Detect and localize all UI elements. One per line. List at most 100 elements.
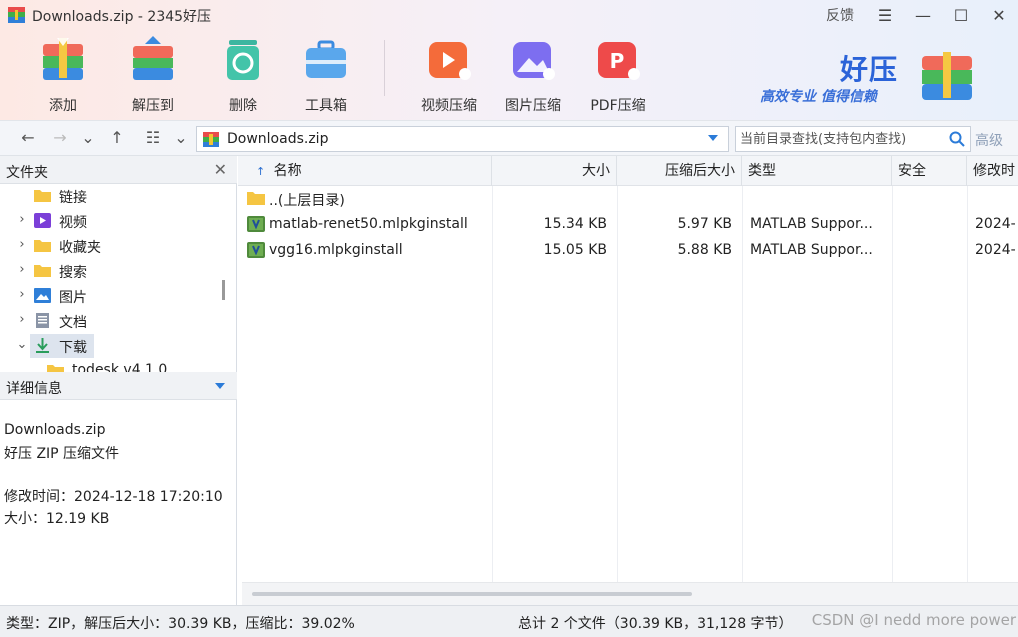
minimize-button[interactable]: — (904, 0, 942, 30)
tree-item-downloads[interactable]: 下载 (30, 334, 94, 358)
menu-icon[interactable]: ☰ (866, 0, 904, 30)
watermark: CSDN @I nedd more power (811, 611, 1016, 629)
details-filename: Downloads.zip (4, 422, 106, 438)
tree-chevron[interactable]: › (16, 262, 28, 277)
tree-chevron[interactable]: ⌄ (16, 337, 28, 352)
file-packed-size: 5.97 KB (677, 216, 732, 232)
path-dropdown-icon[interactable] (708, 135, 718, 141)
extract-icon (133, 36, 173, 80)
details-panel-header[interactable]: 详细信息 (0, 372, 237, 400)
toolbox-label: 工具箱 (305, 98, 347, 114)
recycle-bin-icon (227, 40, 259, 80)
advanced-search-link[interactable]: 高级 (975, 130, 1003, 150)
table-row-parent[interactable]: ..(上层目录) (238, 186, 1018, 212)
feedback-link[interactable]: 反馈 (826, 5, 854, 25)
column-header: ↑ 名称 大小 压缩后大小 类型 安全 修改时 (238, 156, 1018, 186)
column-modified[interactable]: 修改时 (967, 156, 1018, 186)
file-modified: 2024- (975, 242, 1016, 258)
maximize-button[interactable]: ☐ (942, 0, 980, 30)
pdf-compress-button[interactable]: P PDF压缩 (582, 34, 654, 116)
download-arrow-icon (36, 338, 49, 353)
table-row[interactable]: vgg16.mlpkginstall 15.05 KB 5.88 KB MATL… (238, 238, 1018, 264)
toolbox-button[interactable]: 工具箱 (290, 34, 362, 116)
tree-label: 收藏夹 (59, 240, 101, 256)
view-dropdown-icon[interactable]: ⌄ (171, 128, 191, 148)
tree-label: 图片 (59, 290, 87, 306)
forward-arrow-icon[interactable]: → (50, 128, 70, 148)
column-security[interactable]: 安全 (892, 156, 967, 186)
delete-button[interactable]: 删除 (207, 34, 279, 116)
folder-icon (47, 365, 64, 372)
details-modified: 修改时间：2024-12-18 17:20:10 (4, 489, 223, 505)
toolbar-divider (384, 40, 385, 96)
details-panel: Downloads.zip 好压 ZIP 压缩文件 修改时间：2024-12-1… (0, 400, 237, 605)
up-folder-icon[interactable]: ↑ (107, 128, 127, 148)
tree-chevron[interactable]: › (16, 287, 28, 302)
tree-chevron[interactable]: › (16, 237, 28, 252)
matlab-package-icon (247, 216, 265, 232)
tree-item-pictures[interactable]: › 图片 (0, 284, 230, 308)
tree-chevron[interactable]: › (16, 312, 28, 327)
app-icon (8, 7, 25, 23)
tree-item-documents[interactable]: › 文档 (0, 309, 230, 333)
search-icon[interactable] (948, 130, 966, 148)
view-mode-icon[interactable]: ☷ (143, 128, 163, 148)
tree-item-todesk[interactable]: todesk v4.1.0 (0, 359, 230, 372)
scrollbar-thumb[interactable] (252, 592, 692, 596)
extract-button[interactable]: 解压到 (117, 34, 189, 116)
file-name: ..(上层目录) (269, 193, 345, 209)
video-folder-icon (34, 213, 51, 228)
tree-label: todesk v4.1.0 (72, 362, 168, 372)
close-button[interactable]: ✕ (980, 0, 1018, 30)
video-compress-button[interactable]: 视频压缩 (413, 34, 485, 116)
toolbar: 添加 解压到 删除 工具箱 视频压缩 图片压缩 P PDF压缩 好压 高效专业 … (0, 30, 1018, 120)
tree-item-videos[interactable]: › 视频 (0, 209, 230, 233)
documents-folder-icon (36, 313, 49, 328)
tree-chevron[interactable]: › (16, 212, 28, 227)
toolbox-icon (306, 40, 346, 78)
column-name[interactable]: ↑ 名称 (238, 156, 492, 186)
file-packed-size: 5.88 KB (677, 242, 732, 258)
image-compress-icon (513, 42, 555, 80)
details-filetype: 好压 ZIP 压缩文件 (4, 446, 120, 462)
brand-slogan: 高效专业 值得信赖 (760, 89, 877, 105)
column-name-label: 名称 (273, 163, 302, 179)
horizontal-scrollbar[interactable] (242, 582, 1018, 605)
details-dropdown-icon[interactable] (215, 383, 225, 389)
matlab-package-icon (247, 242, 265, 258)
tree-label: 链接 (59, 190, 87, 206)
tree-item-links[interactable]: 链接 (0, 184, 230, 208)
image-compress-button[interactable]: 图片压缩 (497, 34, 569, 116)
back-arrow-icon[interactable]: ← (18, 128, 38, 148)
pdf-compress-label: PDF压缩 (590, 98, 646, 114)
zip-file-icon (203, 132, 219, 147)
add-archive-icon (43, 38, 83, 80)
details-panel-title: 详细信息 (6, 381, 62, 397)
window-title: Downloads.zip - 2345好压 (32, 9, 212, 25)
column-type[interactable]: 类型 (742, 156, 892, 186)
history-chevron-icon[interactable]: ⌄ (78, 128, 98, 148)
folder-panel-header: 文件夹 ✕ (0, 156, 237, 184)
tree-item-search[interactable]: › 搜索 (0, 259, 230, 283)
column-packed-size[interactable]: 压缩后大小 (617, 156, 742, 186)
add-button[interactable]: 添加 (27, 34, 99, 116)
brand-name: 好压 (840, 53, 899, 86)
search-box[interactable] (735, 126, 971, 152)
column-size[interactable]: 大小 (492, 156, 617, 186)
path-field[interactable]: Downloads.zip (196, 126, 729, 152)
extract-label: 解压到 (132, 98, 174, 114)
folder-icon (247, 192, 265, 205)
tree-item-favorites[interactable]: › 收藏夹 (0, 234, 230, 258)
folder-icon (34, 265, 51, 277)
status-archive-info: 类型：ZIP，解压后大小：30.39 KB，压缩比：39.02% (6, 616, 355, 632)
folder-icon (34, 240, 51, 252)
status-total: 总计 2 个文件（30.39 KB，31,128 字节） (518, 616, 793, 632)
close-panel-icon[interactable]: ✕ (214, 160, 227, 179)
video-compress-label: 视频压缩 (421, 98, 477, 114)
brand: 好压 高效专业 值得信赖 (758, 48, 988, 108)
tree-scrollbar[interactable] (222, 280, 225, 300)
table-row[interactable]: matlab-renet50.mlpkginstall 15.34 KB 5.9… (238, 212, 1018, 238)
search-input[interactable] (740, 130, 940, 148)
tree-label: 视频 (59, 215, 87, 231)
svg-text:P: P (610, 49, 625, 73)
